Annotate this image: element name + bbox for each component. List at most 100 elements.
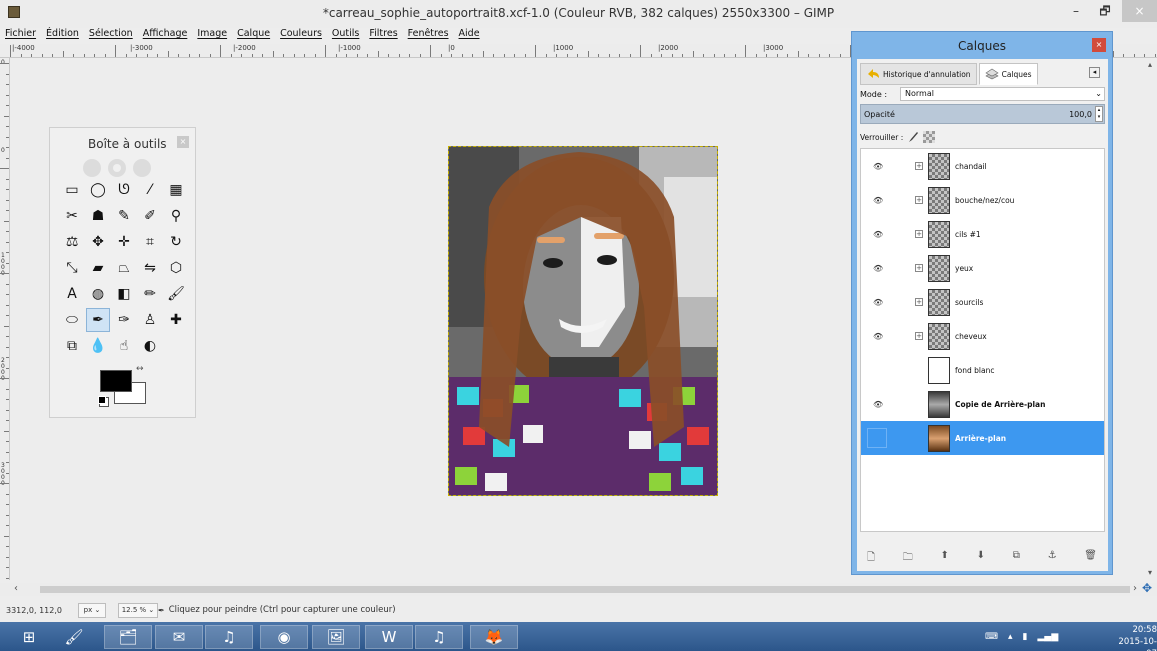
opacity-slider[interactable]: Opacité 100,0 ▴ ▾	[860, 104, 1105, 124]
tab-undo-history[interactable]: Historique d'annulation	[860, 63, 977, 85]
tray-expand-icon[interactable]: ▴	[1008, 632, 1013, 642]
layer-row[interactable]: 👁 + yeux	[861, 251, 1104, 285]
mail-icon[interactable]: ✉	[155, 625, 203, 649]
scissors-select-icon[interactable]: ✂	[60, 204, 84, 228]
start-button[interactable]: ⊞	[5, 625, 53, 649]
scale-icon[interactable]: ⤡	[60, 256, 84, 280]
vertical-ruler[interactable]: 0 0 1000 2000 3000	[0, 58, 10, 580]
restore-button[interactable]: 🗗	[1092, 0, 1118, 22]
layer-row[interactable]: 👁 Copie de Arrière-plan	[861, 387, 1104, 421]
menu-couleurs[interactable]: Couleurs	[280, 28, 322, 44]
expand-group-icon[interactable]: +	[915, 298, 923, 306]
shear-icon[interactable]: ▰	[86, 256, 110, 280]
foreground-select-icon[interactable]: ☗	[86, 204, 110, 228]
menu-selection[interactable]: Sélection	[89, 28, 133, 44]
duplicate-layer-icon[interactable]: ⧉	[1013, 550, 1020, 566]
lower-layer-icon[interactable]: ⬇	[977, 550, 985, 566]
layer-row[interactable]: 👁 + cheveux	[861, 319, 1104, 353]
tab-menu-icon[interactable]: ◂	[1089, 67, 1100, 78]
itunes-icon-2[interactable]: ♫	[415, 625, 463, 649]
menu-aide[interactable]: Aide	[459, 28, 480, 44]
eye-icon[interactable]: 👁	[873, 332, 883, 341]
chrome-icon[interactable]: ◉	[260, 625, 308, 649]
eye-icon[interactable]: 👁	[873, 162, 883, 171]
clone-icon[interactable]: ♙	[138, 308, 162, 332]
layer-row[interactable]: fond blanc	[861, 353, 1104, 387]
clock[interactable]: 20:58 2015-10-07	[1108, 624, 1157, 651]
keyboard-icon[interactable]: ⌨	[985, 632, 998, 642]
battery-icon[interactable]: ▮	[1023, 632, 1028, 642]
eye-icon[interactable]: 👁	[873, 230, 883, 239]
free-select-icon[interactable]: ᘎ	[112, 178, 136, 202]
blur-icon[interactable]: 💧	[86, 334, 110, 358]
heal-icon[interactable]: ✚	[164, 308, 188, 332]
menu-image[interactable]: Image	[197, 28, 227, 44]
default-colors-icon[interactable]	[98, 396, 106, 404]
eye-icon[interactable]: 👁	[873, 264, 883, 273]
expand-group-icon[interactable]: +	[915, 332, 923, 340]
menu-outils[interactable]: Outils	[332, 28, 359, 44]
expand-group-icon[interactable]: +	[915, 196, 923, 204]
move-icon[interactable]: ✥	[86, 230, 110, 254]
close-button[interactable]: ×	[1122, 0, 1157, 22]
perspective-clone-icon[interactable]: ⧉	[60, 334, 84, 358]
layer-row[interactable]: 👁 + cils #1	[861, 217, 1104, 251]
smudge-icon[interactable]: ☝	[112, 334, 136, 358]
menu-edition[interactable]: Édition	[46, 28, 79, 44]
itunes-icon[interactable]: ♫	[205, 625, 253, 649]
new-group-icon[interactable]: 🗀	[903, 550, 913, 566]
layer-row[interactable]: 👁 + sourcils	[861, 285, 1104, 319]
navigate-icon[interactable]: ✥	[1142, 581, 1152, 595]
new-layer-icon[interactable]: 🗋	[867, 550, 875, 566]
bucket-fill-icon[interactable]: ◍	[86, 282, 110, 306]
foreground-color-swatch[interactable]	[100, 370, 132, 392]
airbrush-icon[interactable]: ✒	[86, 308, 110, 332]
word-icon[interactable]: W	[365, 625, 413, 649]
minimize-button[interactable]: –	[1063, 0, 1089, 22]
tab-layers[interactable]: Calques	[978, 63, 1038, 85]
expand-group-icon[interactable]: +	[915, 230, 923, 238]
menu-fenetres[interactable]: Fenêtres	[408, 28, 449, 44]
layer-row[interactable]: 👁 + chandail	[861, 149, 1104, 183]
eye-icon[interactable]: 👁	[873, 196, 883, 205]
delete-layer-icon[interactable]: 🗑	[1084, 550, 1097, 566]
toolbox-close-button[interactable]: ×	[177, 136, 189, 148]
signal-icon[interactable]: ▂▄▆	[1037, 632, 1058, 642]
menu-fichier[interactable]: Fichier	[5, 28, 36, 44]
lock-alpha-icon[interactable]	[923, 131, 936, 143]
zoom-select[interactable]: 12.5 % ⌄	[118, 602, 158, 618]
anchor-layer-icon[interactable]: ⚓	[1048, 550, 1057, 566]
expand-group-icon[interactable]: +	[915, 162, 923, 170]
horizontal-scrollbar[interactable]: ‹ › ✥	[0, 581, 1157, 596]
file-explorer-icon[interactable]: 🗂	[104, 625, 152, 649]
scrollbar-thumb[interactable]	[40, 586, 1130, 593]
rotate-icon[interactable]: ↻	[164, 230, 188, 254]
vertical-scrollbar[interactable]: ▴ ▾	[1146, 58, 1157, 580]
measure-icon[interactable]: ⚖	[60, 230, 84, 254]
layer-row[interactable]: 👁 + bouche/nez/cou	[861, 183, 1104, 217]
menu-affichage[interactable]: Affichage	[143, 28, 188, 44]
dodge-burn-icon[interactable]: ◐	[138, 334, 162, 358]
flip-icon[interactable]: ⇋	[138, 256, 162, 280]
fuzzy-select-icon[interactable]: ⁄	[138, 178, 162, 202]
photos-icon[interactable]: 🖼	[312, 625, 360, 649]
opacity-spinner[interactable]: ▴ ▾	[1095, 106, 1103, 122]
layer-row[interactable]: Arrière-plan	[861, 421, 1104, 455]
expand-group-icon[interactable]: +	[915, 264, 923, 272]
ink-icon[interactable]: ✑	[112, 308, 136, 332]
align-icon[interactable]: ✛	[112, 230, 136, 254]
menu-calque[interactable]: Calque	[237, 28, 270, 44]
scroll-up-icon[interactable]: ▴	[1148, 60, 1152, 69]
dock-close-button[interactable]: ×	[1092, 38, 1106, 52]
paintbrush-icon[interactable]: 🖌	[164, 282, 188, 306]
swap-colors-icon[interactable]: ↔	[136, 364, 144, 374]
text-icon[interactable]: A	[60, 282, 84, 306]
crop-icon[interactable]: ⌗	[138, 230, 162, 254]
raise-layer-icon[interactable]: ⬆	[940, 550, 948, 566]
menu-filtres[interactable]: Filtres	[369, 28, 397, 44]
eye-icon[interactable]: 👁	[873, 400, 883, 409]
paths-icon[interactable]: ✎	[112, 204, 136, 228]
image-canvas[interactable]	[448, 146, 718, 496]
eraser-icon[interactable]: ⬭	[60, 308, 84, 332]
scroll-down-icon[interactable]: ▾	[1148, 568, 1152, 577]
